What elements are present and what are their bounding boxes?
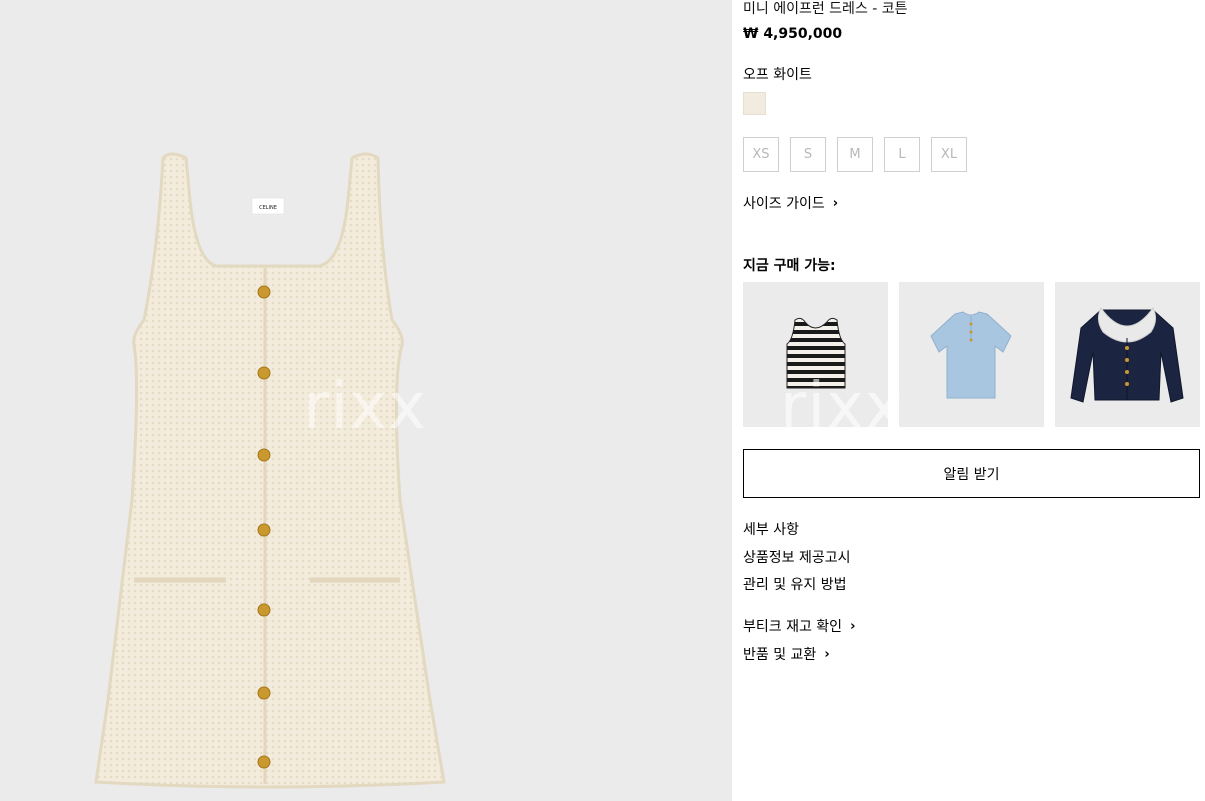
details-link[interactable]: 세부 사항 [743,519,851,547]
available-now-heading: 지금 구매 가능: [743,258,836,274]
color-swatch-off-white[interactable] [743,92,766,115]
size-guide-label: 사이즈 가이드 [743,196,825,212]
product-price: ₩ 4,950,000 [743,26,843,42]
chevron-right-icon: › [850,618,856,634]
chevron-right-icon: › [824,646,830,662]
info-links: 세부 사항 상품정보 제공고시 관리 및 유지 방법 [743,519,851,602]
watermark: rixx [303,370,427,444]
chevron-right-icon: › [832,195,839,211]
size-selector: XS S M L XL [743,137,967,172]
boutique-stock-link[interactable]: 부티크 재고 확인 › [743,612,855,640]
boutique-stock-label: 부티크 재고 확인 [743,619,843,635]
product-info-notice-link[interactable]: 상품정보 제공고시 [743,547,851,575]
action-links: 부티크 재고 확인 › 반품 및 교환 › [743,612,855,668]
color-label: 오프 화이트 [743,67,812,83]
product-thumb-navy-cardigan[interactable] [1055,282,1200,427]
navy-cardigan-image [1070,307,1184,403]
returns-exchange-link[interactable]: 반품 및 교환 › [743,640,855,668]
size-option-xs[interactable]: XS [743,137,779,172]
size-option-l[interactable]: L [884,137,920,172]
size-option-m[interactable]: M [837,137,873,172]
care-instructions-link[interactable]: 관리 및 유지 방법 [743,574,851,602]
notify-me-button[interactable]: 알림 받기 [743,449,1200,498]
size-guide-link[interactable]: 사이즈 가이드 › [743,193,838,213]
blue-polo-image [930,311,1012,399]
size-option-xl[interactable]: XL [931,137,967,172]
watermark-thumb: rixx [780,370,904,444]
size-option-s[interactable]: S [790,137,826,172]
returns-exchange-label: 반품 및 교환 [743,647,817,663]
product-name: 미니 에이프런 드레스 - 코튼 [743,1,908,17]
product-thumb-blue-polo[interactable] [899,282,1044,427]
product-image[interactable]: CELINE rixx [0,0,732,801]
brand-label: CELINE [259,205,277,211]
